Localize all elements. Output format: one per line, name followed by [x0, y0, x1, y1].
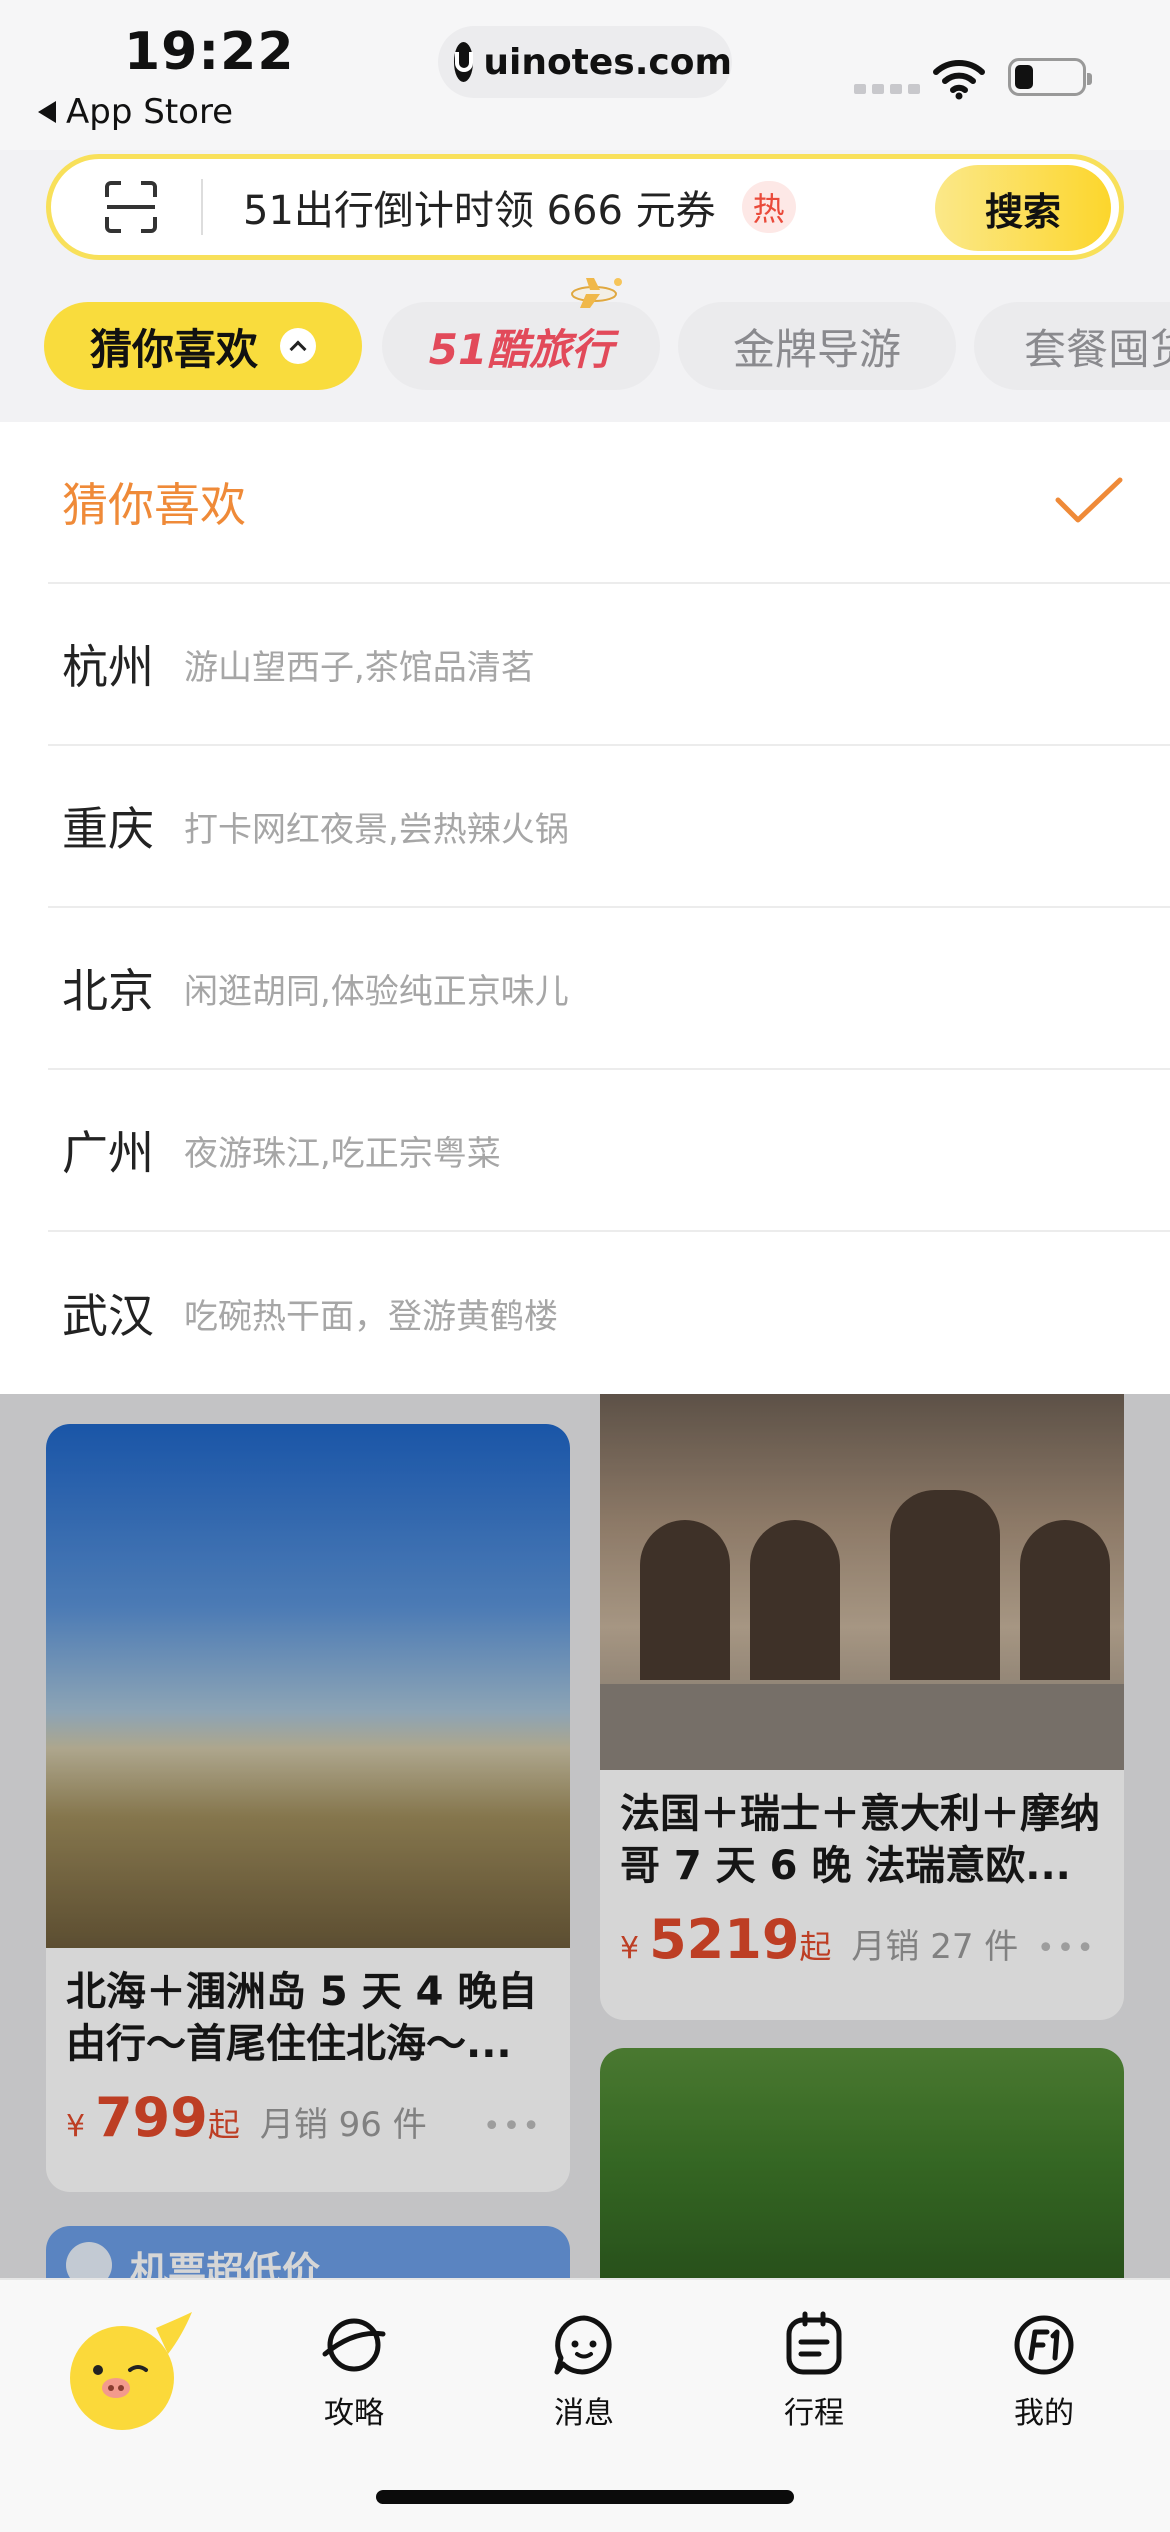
tab-label: 套餐囤货	[1024, 324, 1170, 374]
product-card[interactable]	[600, 2048, 1124, 2278]
tab-guess-you-like[interactable]: 猜你喜欢	[44, 302, 362, 390]
product-feed: 北海＋涠洲岛 5 天 4 晚自由行～首尾住住北海～... ¥ 799 起 月销 …	[0, 1394, 1170, 2278]
back-triangle-icon	[38, 101, 56, 123]
price-suffix: 起	[207, 2106, 240, 2144]
price-suffix: 起	[799, 1928, 832, 1966]
battery-icon	[1008, 58, 1092, 96]
search-bar[interactable]: 51出行倒计时领 666 元券 热 搜索	[46, 154, 1124, 260]
product-photo-forest	[600, 2048, 1124, 2278]
search-button[interactable]: 搜索	[935, 165, 1111, 251]
tab-51-cool-travel[interactable]: 51酷旅行	[382, 302, 660, 390]
url-text: uinotes.com	[483, 41, 732, 83]
profile-icon	[1014, 2315, 1074, 2375]
price-value: 799	[95, 2086, 208, 2149]
destination-dropdown: 猜你喜欢 杭州 游山望西子,茶馆品清茗 重庆 打卡网红夜景,尝热辣火锅 北京 闲…	[0, 422, 1170, 1394]
dropdown-city: 武汉	[62, 1289, 154, 1343]
back-app-label: App Store	[66, 92, 234, 132]
dropdown-city: 猜你喜欢	[62, 478, 246, 532]
checkmark-icon	[1055, 477, 1123, 523]
itinerary-icon	[786, 2311, 842, 2375]
monthly-sales: 月销 96 件	[259, 2105, 427, 2145]
status-bar: 19:22 App Store uinotes.com	[0, 0, 1170, 150]
nav-profile[interactable]: 我的	[974, 2310, 1114, 2460]
status-time: 19:22	[124, 22, 295, 82]
price-row: ¥ 5219 起 月销 27 件 •••	[600, 1898, 1124, 1971]
cellular-signal-icon	[854, 84, 920, 94]
dropdown-city: 广州	[62, 1126, 154, 1180]
dropdown-item-guess[interactable]: 猜你喜欢	[48, 422, 1170, 584]
tab-label: 猜你喜欢	[89, 324, 258, 374]
dropdown-desc: 游山望西子,茶馆品清茗	[184, 647, 535, 688]
dropdown-city: 杭州	[62, 640, 154, 694]
search-input[interactable]: 51出行倒计时领 666 元券	[243, 178, 716, 236]
dropdown-desc: 闲逛胡同,体验纯正京味儿	[184, 971, 569, 1012]
tab-label: 金牌导游	[732, 324, 901, 374]
nav-label: 我的	[1014, 2396, 1074, 2431]
price-currency: ¥	[620, 1931, 640, 1966]
dropdown-item-hangzhou[interactable]: 杭州 游山望西子,茶馆品清茗	[48, 584, 1170, 746]
dropdown-item-guangzhou[interactable]: 广州 夜游珠江,吃正宗粤菜	[48, 1070, 1170, 1232]
nav-guide[interactable]: 攻略	[284, 2310, 424, 2460]
dropdown-item-chongqing[interactable]: 重庆 打卡网红夜景,尝热辣火锅	[48, 746, 1170, 908]
wifi-icon	[933, 60, 985, 100]
dropdown-item-beijing[interactable]: 北京 闲逛胡同,体验纯正京味儿	[48, 908, 1170, 1070]
dropdown-desc: 打卡网红夜景,尝热辣火锅	[184, 809, 569, 850]
airplane-icon	[571, 278, 622, 308]
nav-label: 行程	[784, 2396, 844, 2431]
dropdown-city: 北京	[62, 964, 154, 1018]
more-icon[interactable]: •••	[483, 2109, 542, 2144]
hot-badge: 热	[741, 181, 796, 233]
promo-card[interactable]: 机票超低价	[46, 2226, 570, 2278]
tab-gold-guide[interactable]: 金牌导游	[678, 302, 956, 390]
product-photo-beach	[46, 1424, 570, 1948]
price-currency: ¥	[66, 2109, 86, 2144]
search-divider	[201, 179, 203, 235]
promo-label: 机票超低价	[130, 2249, 321, 2278]
product-photo-church	[600, 1394, 1124, 1770]
dropdown-desc: 夜游珠江,吃正宗粤菜	[184, 1133, 501, 1174]
chevron-up-icon	[280, 328, 316, 364]
nav-label: 消息	[554, 2396, 614, 2431]
url-pill[interactable]: uinotes.com	[438, 26, 732, 98]
monthly-sales: 月销 27 件	[851, 1927, 1019, 1967]
dropdown-item-wuhan[interactable]: 武汉 吃碗热干面，登游黄鹤楼	[48, 1232, 1170, 1394]
tab-package-deals[interactable]: 套餐囤货	[974, 302, 1170, 390]
nav-messages[interactable]: 消息	[514, 2310, 654, 2460]
chat-icon	[554, 2315, 612, 2375]
back-to-app-store[interactable]: App Store	[38, 92, 233, 132]
home-indicator[interactable]	[376, 2490, 794, 2504]
site-logo-icon	[454, 42, 474, 82]
mascot-home-icon[interactable]	[60, 2306, 192, 2438]
planet-icon	[322, 2318, 386, 2372]
scan-icon[interactable]	[103, 179, 159, 235]
more-icon[interactable]: •••	[1037, 1931, 1096, 1966]
product-title: 法国＋瑞士＋意大利＋摩纳哥 7 天 6 晚 法瑞意欧...	[620, 1791, 1100, 1889]
product-title: 北海＋涠洲岛 5 天 4 晚自由行～首尾住住北海～...	[66, 1969, 538, 2067]
product-card[interactable]: 法国＋瑞士＋意大利＋摩纳哥 7 天 6 晚 法瑞意欧... ¥ 5219 起 月…	[600, 1394, 1124, 2020]
price-value: 5219	[649, 1908, 800, 1971]
nav-label: 攻略	[324, 2396, 384, 2431]
nav-itinerary[interactable]: 行程	[744, 2310, 884, 2460]
dropdown-city: 重庆	[62, 802, 154, 856]
price-row: ¥ 799 起 月销 96 件 •••	[46, 2076, 570, 2149]
product-card[interactable]: 北海＋涠洲岛 5 天 4 晚自由行～首尾住住北海～... ¥ 799 起 月销 …	[46, 1424, 570, 2192]
dropdown-desc: 吃碗热干面，登游黄鹤楼	[184, 1296, 558, 1337]
tab-label: 51酷旅行	[428, 324, 614, 374]
